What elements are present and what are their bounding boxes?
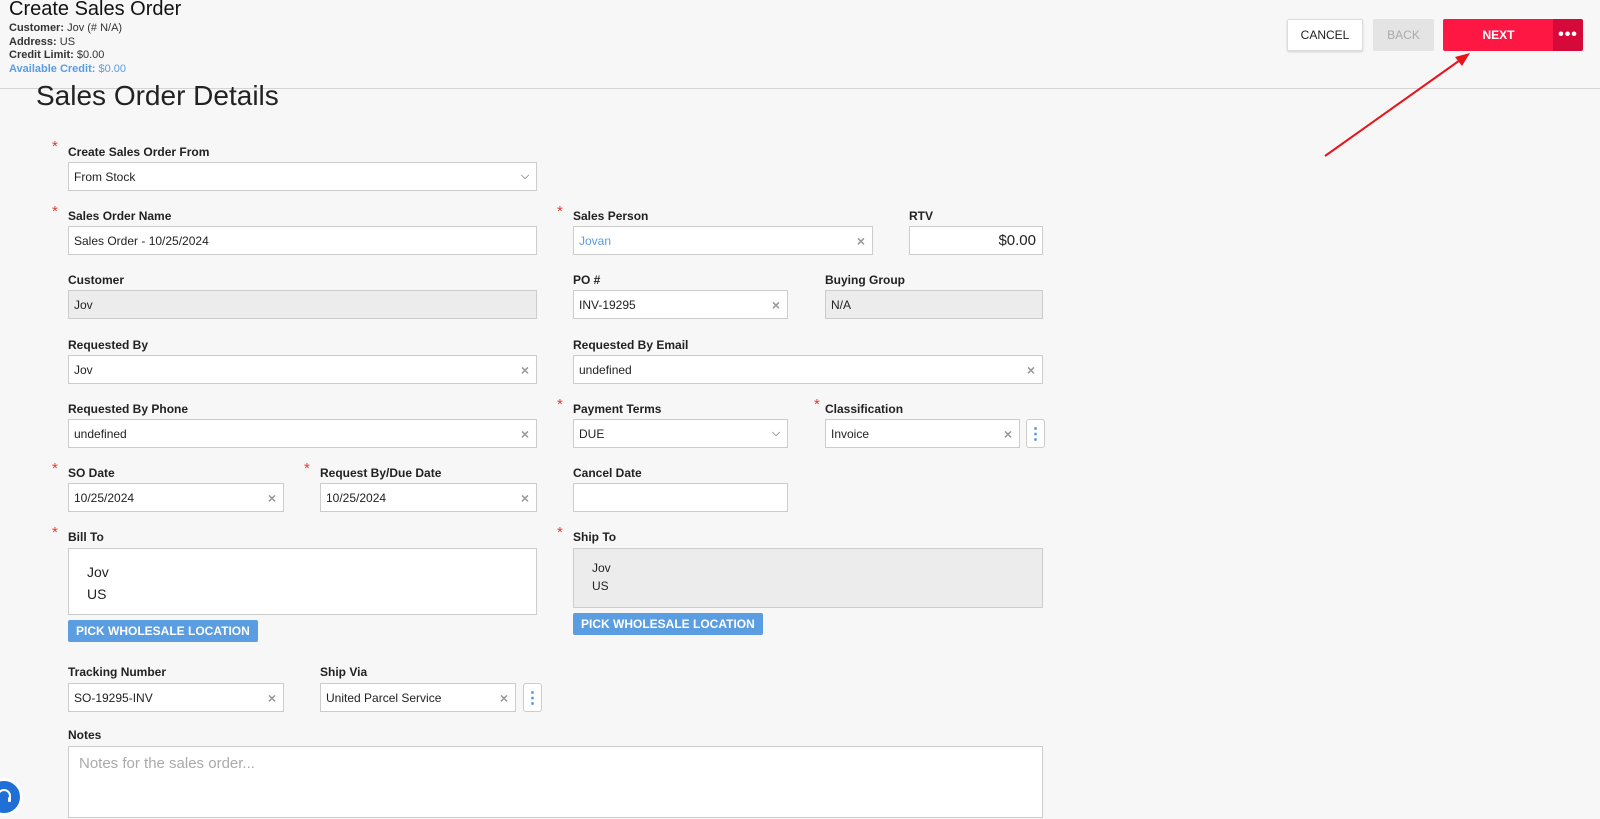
ship-to-line1: Jov xyxy=(592,561,611,575)
notes-textarea[interactable]: Notes for the sales order... xyxy=(68,746,1043,818)
buying-group-label: Buying Group xyxy=(825,273,905,287)
sales-person-field[interactable]: Jovan × xyxy=(573,226,873,255)
next-button[interactable]: NEXT xyxy=(1443,19,1554,51)
sales-order-name-label: Sales Order Name xyxy=(68,209,172,223)
ship-to-label: Ship To xyxy=(573,530,617,544)
clear-icon[interactable]: × xyxy=(997,426,1019,442)
rtv-input[interactable]: $0.00 xyxy=(909,226,1043,255)
clear-icon[interactable]: × xyxy=(765,297,787,313)
clear-icon[interactable]: × xyxy=(1020,362,1042,378)
payment-terms-label: Payment Terms xyxy=(573,402,662,416)
so-date-input[interactable]: 10/25/2024 × xyxy=(68,483,284,512)
ship-via-field[interactable]: United Parcel Service × xyxy=(320,683,516,712)
clear-icon[interactable]: × xyxy=(514,490,536,506)
section-title: Sales Order Details xyxy=(36,80,279,111)
available-credit-info: Available Credit: $0.00 xyxy=(9,63,126,75)
clear-icon[interactable]: × xyxy=(261,690,283,706)
sales-person-label: Sales Person xyxy=(573,209,649,223)
required-marker: * xyxy=(52,203,58,220)
requested-by-phone-label: Requested By Phone xyxy=(68,402,189,416)
required-marker: * xyxy=(52,460,58,477)
classification-menu-icon[interactable]: ⋮ xyxy=(1026,419,1045,448)
classification-field[interactable]: Invoice × xyxy=(825,419,1020,448)
bill-to-address[interactable]: Jov US xyxy=(68,548,537,615)
customer-field: Jov xyxy=(68,290,537,319)
ship-via-menu-icon[interactable]: ⋮ xyxy=(523,683,542,712)
credit-limit-info: Credit Limit: $0.00 xyxy=(9,49,105,61)
requested-by-label: Requested By xyxy=(68,338,149,352)
headset-icon xyxy=(0,789,11,802)
chevron-down-icon: ⌵ xyxy=(771,427,781,439)
rtv-label: RTV xyxy=(909,209,933,223)
clear-icon[interactable]: × xyxy=(261,490,283,506)
clear-icon[interactable]: × xyxy=(493,690,515,706)
so-date-label: SO Date xyxy=(68,466,115,480)
clear-icon[interactable]: × xyxy=(514,426,536,442)
required-marker: * xyxy=(557,396,563,413)
tracking-number-label: Tracking Number xyxy=(68,665,167,679)
customer-label: Customer xyxy=(68,273,125,287)
cancel-date-label: Cancel Date xyxy=(573,466,642,480)
clear-icon[interactable]: × xyxy=(850,233,872,249)
tracking-number-input[interactable]: SO-19295-INV × xyxy=(68,683,284,712)
buying-group-field: N/A xyxy=(825,290,1043,319)
request-by-due-date-label: Request By/Due Date xyxy=(320,466,442,480)
requested-by-email-input[interactable]: undefined × xyxy=(573,355,1043,384)
requested-by-input[interactable]: Jov × xyxy=(68,355,537,384)
create-from-label: Create Sales Order From xyxy=(68,145,210,159)
more-options-button[interactable]: ••• xyxy=(1553,19,1583,51)
create-from-select[interactable]: From Stock ⌵ xyxy=(68,162,537,191)
bill-to-label: Bill To xyxy=(68,530,104,544)
clear-icon[interactable]: × xyxy=(514,362,536,378)
page-title: Create Sales Order xyxy=(9,0,182,20)
required-marker: * xyxy=(304,460,310,477)
required-marker: * xyxy=(52,524,58,541)
ship-to-line2: US xyxy=(592,579,609,593)
required-marker: * xyxy=(557,524,563,541)
bill-to-line2: US xyxy=(87,586,107,602)
notes-label: Notes xyxy=(68,728,102,742)
bill-to-pick-location-button[interactable]: PICK WHOLESALE LOCATION xyxy=(68,620,258,642)
payment-terms-select[interactable]: DUE ⌵ xyxy=(573,419,788,448)
ship-to-pick-location-button[interactable]: PICK WHOLESALE LOCATION xyxy=(573,613,763,635)
request-by-due-date-input[interactable]: 10/25/2024 × xyxy=(320,483,537,512)
required-marker: * xyxy=(814,396,820,413)
cancel-date-input[interactable] xyxy=(573,483,788,512)
classification-label: Classification xyxy=(825,402,904,416)
po-number-label: PO # xyxy=(573,273,601,287)
bill-to-line1: Jov xyxy=(87,564,109,580)
cancel-button[interactable]: CANCEL xyxy=(1287,19,1363,51)
sales-order-name-input[interactable]: Sales Order - 10/25/2024 xyxy=(68,226,537,255)
back-button[interactable]: BACK xyxy=(1373,19,1434,51)
address-info: Address: US xyxy=(9,36,76,48)
required-marker: * xyxy=(52,138,58,155)
ship-via-label: Ship Via xyxy=(320,665,368,679)
ship-to-address: Jov US xyxy=(573,548,1043,608)
po-number-input[interactable]: INV-19295 × xyxy=(573,290,788,319)
help-chat-icon[interactable] xyxy=(0,778,23,816)
required-marker: * xyxy=(557,203,563,220)
chevron-down-icon: ⌵ xyxy=(520,170,530,182)
requested-by-email-label: Requested By Email xyxy=(573,338,689,352)
requested-by-phone-input[interactable]: undefined × xyxy=(68,419,537,448)
annotation-arrow xyxy=(1324,53,1470,157)
customer-info: Customer: Jov (# N/A) xyxy=(9,22,123,34)
